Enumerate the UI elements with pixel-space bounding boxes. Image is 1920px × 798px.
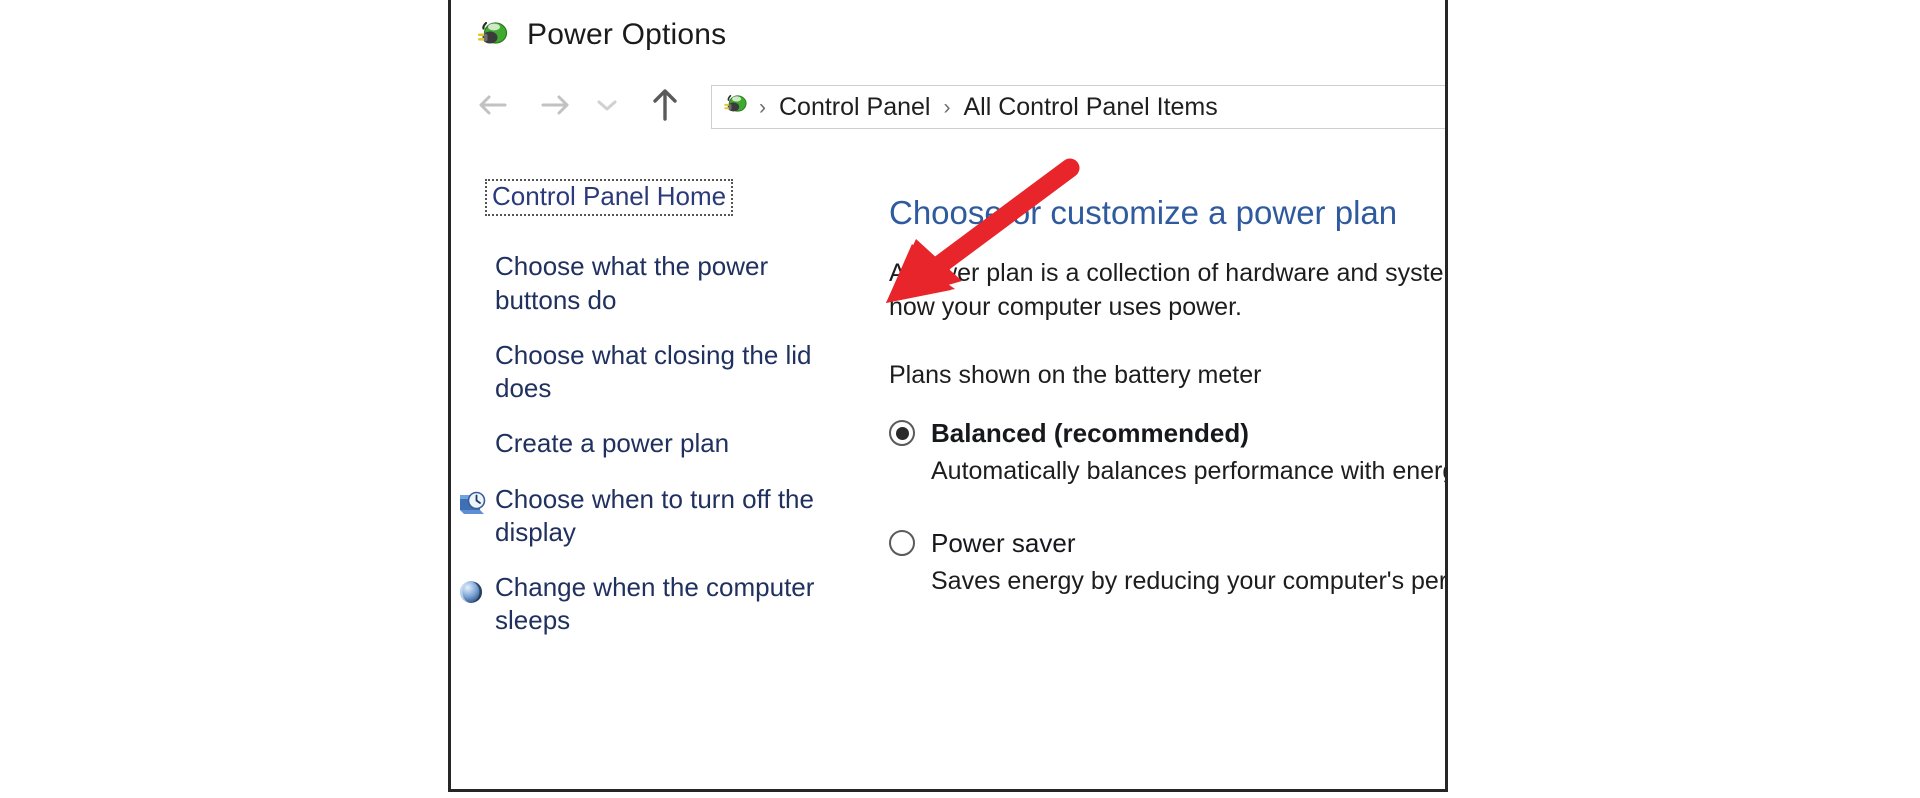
task-item-label: Choose what closing the lid does — [495, 339, 812, 404]
task-icon-slot — [451, 571, 495, 612]
recent-locations-button[interactable] — [587, 81, 627, 133]
address-bar[interactable]: › Control Panel › All Control Panel Item… — [711, 85, 1445, 129]
task-icon-slot — [451, 427, 495, 433]
window-body: Control Panel Home Choose what the power… — [451, 143, 1445, 789]
address-power-plug-icon — [722, 92, 748, 123]
task-item-label: Create a power plan — [495, 428, 730, 459]
task-item-label: Choose what the power buttons do — [495, 251, 769, 315]
task-item-turn-off-display[interactable]: Choose when to turn off the display — [451, 483, 871, 550]
power-plan-description: Automatically balances performance with … — [931, 456, 1445, 485]
content-heading: Choose or customize a power plan — [889, 194, 1398, 231]
up-one-level-button[interactable] — [639, 81, 691, 133]
task-pane: Control Panel Home Choose what the power… — [451, 143, 871, 789]
plans-shown-label: Plans shown on the battery meter — [889, 360, 1262, 389]
task-item-label: Choose when to turn off the display — [495, 483, 814, 547]
back-button[interactable] — [467, 81, 519, 133]
window-titlebar: Power Options — [451, 0, 1445, 71]
task-item-power-buttons[interactable]: Choose what the power buttons do — [451, 250, 871, 317]
task-item-create-power-plan[interactable]: Create a power plan — [451, 427, 871, 460]
content-paragraph-line-2: how your computer uses power. — [889, 293, 1242, 322]
navigation-bar: › Control Panel › All Control Panel Item… — [451, 71, 1445, 143]
task-icon-slot — [451, 483, 495, 524]
arrow-right-icon — [538, 90, 572, 125]
sleep-moon-icon — [457, 577, 487, 612]
monitor-clock-icon — [457, 489, 487, 524]
chevron-down-icon — [594, 95, 620, 120]
arrow-up-icon — [649, 87, 681, 128]
power-plan-balanced[interactable]: Balanced (recommended) Automatically bal… — [889, 418, 1445, 486]
power-plan-power-saver[interactable]: Power saver Saves energy by reducing you… — [889, 528, 1445, 596]
arrow-left-icon — [476, 90, 510, 125]
task-item-computer-sleeps[interactable]: Change when the computer sleeps — [451, 571, 871, 638]
power-plug-icon — [475, 18, 509, 52]
power-plan-name: Balanced (recommended) — [931, 417, 1249, 448]
content-paragraph: A power plan is a collection of hardware… — [889, 257, 1445, 325]
control-panel-home-link[interactable]: Control Panel Home — [485, 179, 734, 217]
power-plan-row[interactable]: Power saver — [889, 528, 1445, 559]
power-options-window: Power Options › Control Panel › All Cont… — [448, 0, 1448, 792]
breadcrumb-separator: › — [759, 95, 766, 119]
power-plan-name: Power saver — [931, 527, 1076, 558]
window-title: Power Options — [527, 18, 727, 51]
task-icon-slot — [451, 250, 495, 256]
content-paragraph-line-1: A power plan is a collection of hardware… — [889, 259, 1445, 288]
task-item-label: Change when the computer sleeps — [495, 572, 815, 636]
breadcrumb-item-all-control-panel-items[interactable]: All Control Panel Items — [961, 93, 1219, 122]
radio-power-saver[interactable] — [889, 530, 915, 557]
breadcrumb-separator: › — [943, 95, 951, 119]
control-panel-home-wrapper: Control Panel Home — [485, 179, 734, 217]
breadcrumb-item-control-panel[interactable]: Control Panel — [777, 93, 932, 122]
screenshot-root: Power Options › Control Panel › All Cont… — [0, 0, 1920, 798]
power-plan-row[interactable]: Balanced (recommended) — [889, 418, 1445, 449]
task-item-closing-lid[interactable]: Choose what closing the lid does — [451, 339, 871, 406]
task-icon-slot — [451, 339, 495, 345]
radio-balanced[interactable] — [889, 420, 915, 447]
task-link-list: Choose what the power buttons do Choose … — [451, 250, 871, 637]
power-plan-description: Saves energy by reducing your computer's… — [931, 566, 1445, 595]
forward-button[interactable] — [529, 81, 581, 133]
content-pane: Choose or customize a power plan A power… — [871, 143, 1445, 789]
